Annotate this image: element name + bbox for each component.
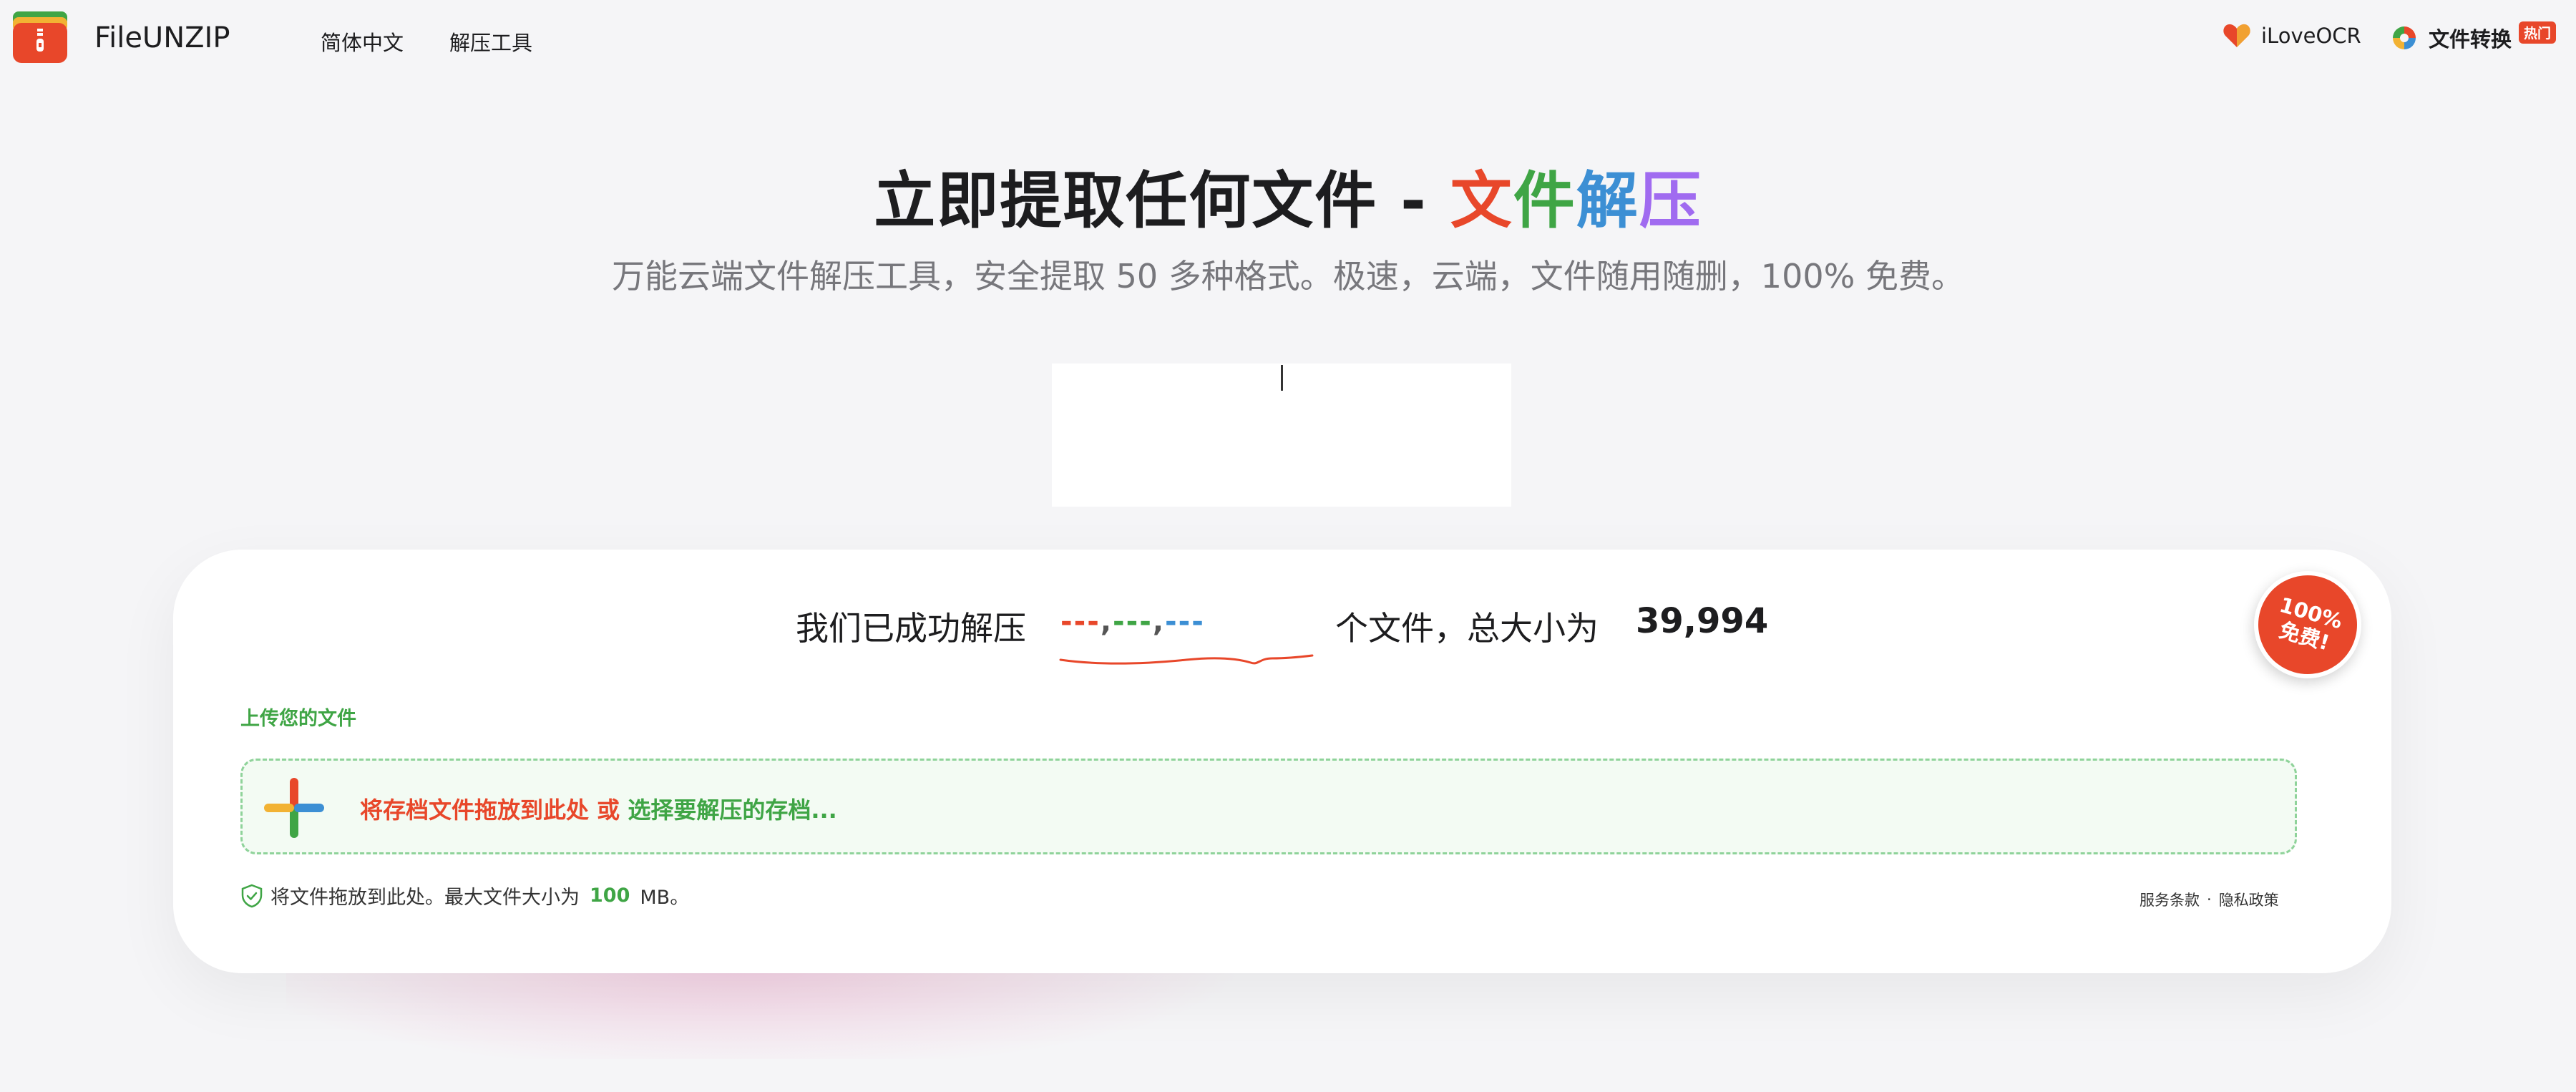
- plus-icon: [264, 778, 324, 838]
- legal-links: 服务条款 · 隐私政策: [2140, 889, 2279, 910]
- page-subtitle: 万能云端文件解压工具，安全提取 50 多种格式。极速，云端，文件随用随删，100…: [612, 257, 1964, 296]
- upload-card: 我们已成功解压 ---,---,--- 个文件，总大小为 39,994 100%…: [173, 550, 2391, 973]
- brand-name[interactable]: FileUNZIP: [94, 21, 230, 54]
- hint-unit: MB。: [640, 887, 690, 909]
- title-char-1: 文: [1450, 165, 1513, 237]
- upload-label: 上传您的文件: [240, 708, 356, 730]
- legal-separator: ·: [2207, 891, 2212, 908]
- counter-part-3: ---: [1165, 605, 1205, 638]
- hint-prefix: 将文件拖放到此处。最大文件大小为: [270, 887, 580, 909]
- counter-sep-1: ,: [1100, 605, 1113, 638]
- counter-part-2: ---: [1113, 605, 1153, 638]
- free-badge: 100% 免费!: [2241, 558, 2374, 691]
- dropzone-text: 将存档文件拖放到此处 或 选择要解压的存档...: [360, 792, 837, 825]
- privacy-link[interactable]: 隐私政策: [2219, 889, 2279, 910]
- convert-link[interactable]: 文件转换: [2390, 23, 2512, 53]
- terms-link[interactable]: 服务条款: [2140, 889, 2200, 910]
- heart-icon: [2223, 24, 2250, 47]
- title-prefix: 立即提取任何文件 -: [874, 165, 1450, 237]
- nav-tools[interactable]: 解压工具: [449, 26, 532, 57]
- ocr-link[interactable]: iLoveOCR: [2223, 23, 2361, 49]
- stats-size: 39,994: [1636, 601, 1769, 641]
- shield-check-icon: [241, 884, 263, 907]
- select-archive-link[interactable]: 选择要解压的存档...: [628, 796, 836, 824]
- hot-badge: 热门: [2519, 21, 2557, 44]
- convert-link-label: 文件转换: [2429, 27, 2512, 52]
- swirl-icon: [2393, 26, 2416, 49]
- text-caret: [1281, 365, 1283, 391]
- files-counter: ---,---,---: [1060, 605, 1205, 638]
- zip-archive-icon[interactable]: [11, 11, 69, 63]
- page-title: 立即提取任何文件 - 文件解压: [0, 150, 2576, 240]
- title-char-2: 件: [1513, 165, 1576, 237]
- upload-hint: 将文件拖放到此处。最大文件大小为 100 MB。: [240, 882, 689, 910]
- counter-part-1: ---: [1060, 605, 1101, 638]
- title-char-3: 解: [1576, 165, 1639, 237]
- top-nav: FileUNZIP 简体中文 解压工具 iLoveOCR 文件转换 热门: [0, 0, 2576, 79]
- underline-squiggle: [1059, 654, 1314, 665]
- nav-language[interactable]: 简体中文: [321, 26, 404, 57]
- hint-max-size: 100: [590, 884, 630, 907]
- title-char-4: 压: [1639, 165, 1702, 237]
- stats-middle: 个文件，总大小为: [1335, 609, 1599, 648]
- drop-text: 将存档文件拖放到此处: [360, 796, 590, 824]
- drop-or: 或: [597, 796, 620, 824]
- counter-sep-2: ,: [1152, 605, 1166, 638]
- stats-prefix: 我们已成功解压: [796, 609, 1026, 648]
- file-dropzone[interactable]: 将存档文件拖放到此处 或 选择要解压的存档...: [240, 759, 2297, 854]
- ocr-link-label: iLoveOCR: [2261, 24, 2361, 48]
